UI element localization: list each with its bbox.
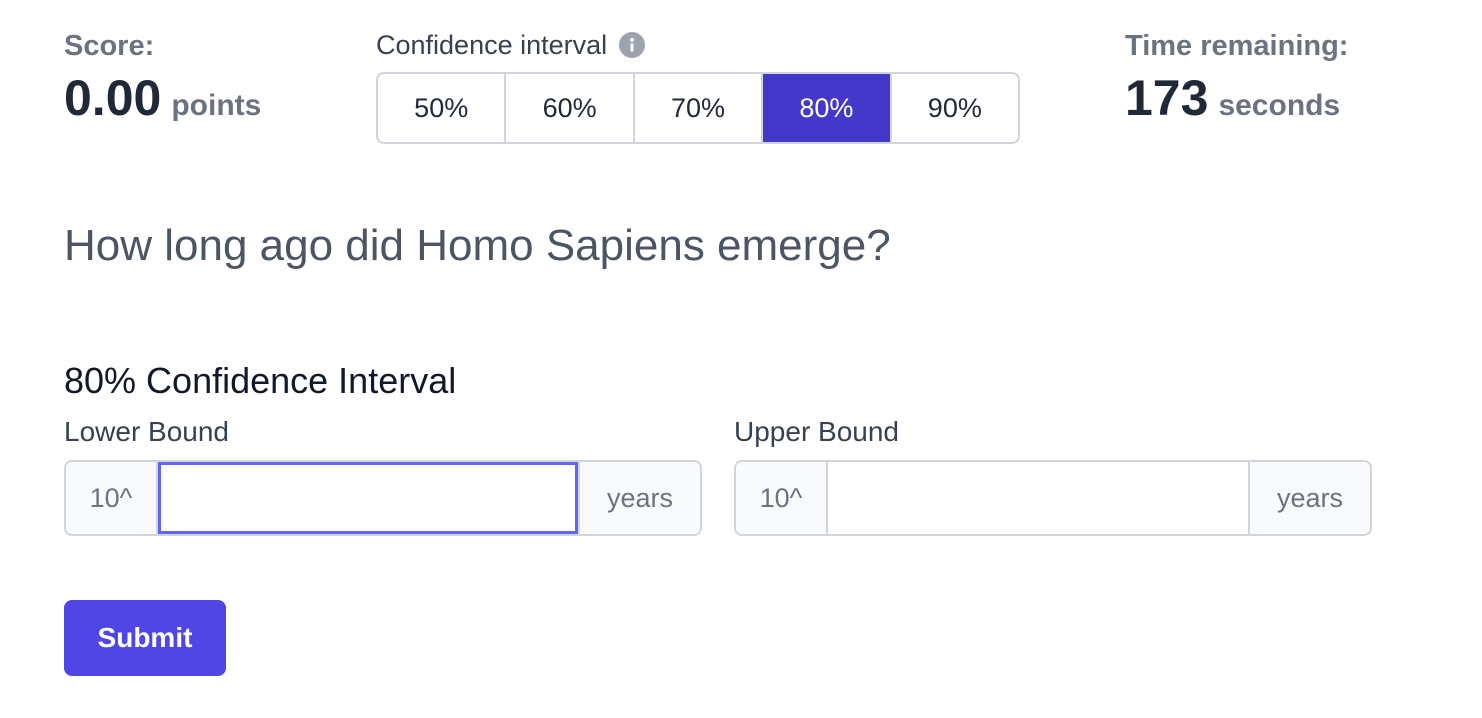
upper-bound-input[interactable] bbox=[828, 462, 1248, 534]
confidence-option-60[interactable]: 60% bbox=[506, 74, 635, 142]
upper-bound-suffix: years bbox=[1248, 462, 1370, 534]
lower-bound-label: Lower Bound bbox=[64, 416, 230, 447]
timer-label: Time remaining: bbox=[1125, 30, 1349, 62]
submit-button[interactable]: Submit bbox=[64, 600, 226, 676]
confidence-selector: Confidence interval 50% 60% 70% 80% 90% bbox=[376, 28, 1020, 144]
score-label: Score: bbox=[64, 30, 155, 62]
lower-bound-input[interactable] bbox=[158, 462, 578, 534]
timer-value: 173 bbox=[1125, 70, 1209, 126]
lower-bound-input-group: 10^ years bbox=[64, 460, 702, 536]
confidence-title: Confidence interval bbox=[376, 30, 608, 60]
timer-unit: seconds bbox=[1218, 89, 1341, 122]
lower-bound-prefix: 10^ bbox=[66, 462, 158, 534]
question-text: How long ago did Homo Sapiens emerge? bbox=[64, 221, 891, 270]
upper-bound-group: Upper Bound 10^ years bbox=[734, 414, 1372, 536]
confidence-option-90[interactable]: 90% bbox=[891, 74, 1018, 142]
lower-bound-suffix: years bbox=[578, 462, 700, 534]
upper-bound-input-group: 10^ years bbox=[734, 460, 1372, 536]
lower-bound-group: Lower Bound 10^ years bbox=[64, 414, 702, 536]
info-icon[interactable] bbox=[619, 32, 646, 58]
timer-panel: Time remaining: 173 seconds bbox=[1125, 28, 1348, 126]
interval-heading: 80% Confidence Interval bbox=[64, 360, 457, 401]
confidence-segmented-control: 50% 60% 70% 80% 90% bbox=[376, 72, 1020, 144]
upper-bound-label: Upper Bound bbox=[734, 416, 900, 447]
score-value: 0.00 bbox=[64, 70, 162, 126]
score-unit: points bbox=[171, 89, 262, 122]
upper-bound-prefix: 10^ bbox=[736, 462, 828, 534]
confidence-option-80[interactable]: 80% bbox=[763, 74, 892, 142]
confidence-option-70[interactable]: 70% bbox=[634, 74, 764, 142]
score-panel: Score: 0.00 points bbox=[64, 28, 261, 126]
confidence-option-50[interactable]: 50% bbox=[378, 74, 507, 142]
